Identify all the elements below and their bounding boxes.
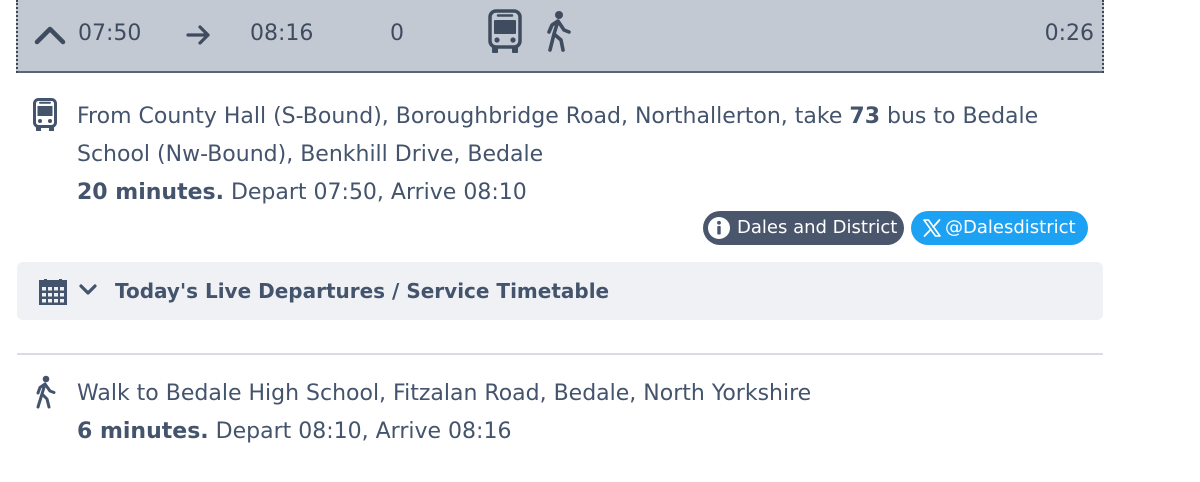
- walk-icon: [547, 11, 571, 52]
- x-logo-icon: [923, 219, 941, 237]
- journey-summary-toggle[interactable]: 07:50 08:16 0 0:26: [16, 0, 1104, 73]
- calendar-icon: [39, 279, 67, 305]
- chevron-down-icon: [79, 284, 97, 295]
- walk-icon: [36, 375, 56, 409]
- operator-info-button[interactable]: Dales and District: [703, 211, 904, 245]
- bus-leg-description: From County Hall (S-Bound), Boroughbridg…: [77, 98, 1077, 212]
- walk-leg-description: Walk to Bedale High School, Fitzalan Roa…: [77, 375, 1077, 451]
- bus-icon: [488, 9, 522, 53]
- bus-icon: [33, 98, 57, 131]
- bus-route-number: 73: [849, 104, 881, 129]
- journey-details: 07:50 08:16 0 0:26 From County Hall (S-B…: [0, 0, 1200, 482]
- bus-leg-times: Depart 07:50, Arrive 08:10: [223, 180, 527, 205]
- walk-leg-duration: 6 minutes.: [77, 419, 209, 444]
- timetable-label: Today's Live Departures / Service Timeta…: [115, 279, 610, 303]
- summary-depart-time: 07:50: [78, 21, 142, 46]
- summary-arrive-time: 08:16: [250, 21, 314, 46]
- walk-leg-times: Depart 08:10, Arrive 08:16: [208, 419, 512, 444]
- bus-leg-duration: 20 minutes.: [77, 180, 224, 205]
- chevron-up-icon[interactable]: [34, 23, 66, 45]
- summary-changes: 0: [390, 21, 404, 46]
- operator-twitter-link[interactable]: @Dalesdistrict: [911, 211, 1088, 245]
- summary-duration: 0:26: [1044, 21, 1094, 46]
- operator-name: Dales and District: [737, 217, 898, 238]
- summary-divider: [18, 71, 1102, 73]
- leg-divider: [17, 353, 1103, 355]
- info-icon: [708, 217, 730, 239]
- arrow-right-icon: [186, 25, 210, 45]
- timetable-toggle[interactable]: Today's Live Departures / Service Timeta…: [17, 262, 1103, 320]
- bus-leg-from: From County Hall (S-Bound), Boroughbridg…: [77, 104, 850, 129]
- walk-leg-destination: Walk to Bedale High School, Fitzalan Roa…: [77, 381, 812, 406]
- operator-twitter-handle: @Dalesdistrict: [945, 217, 1076, 238]
